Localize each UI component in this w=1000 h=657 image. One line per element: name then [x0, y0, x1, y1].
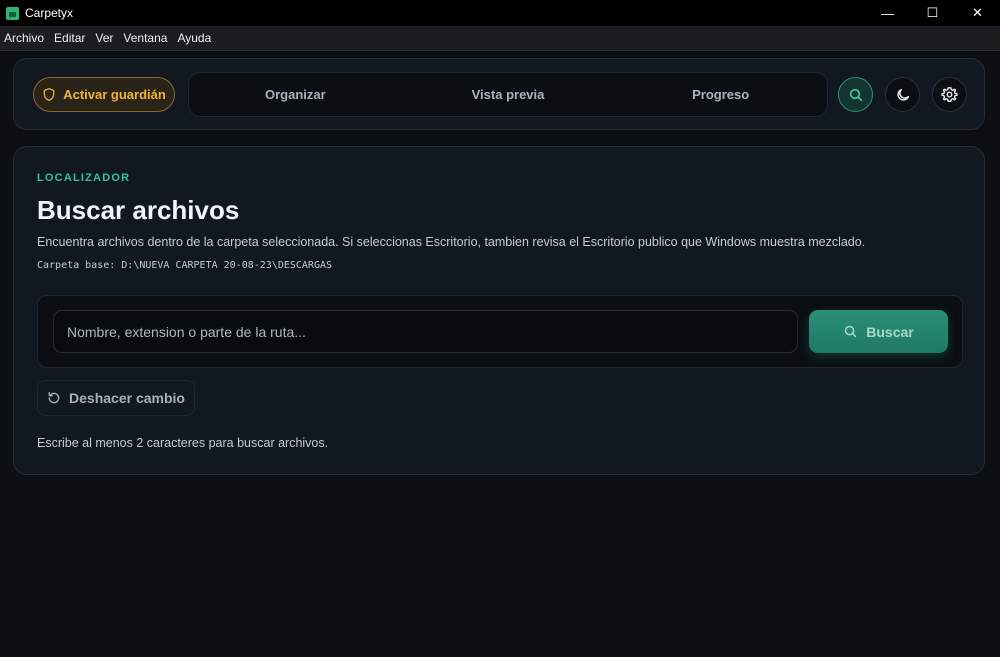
undo-change-button[interactable]: Deshacer cambio — [37, 380, 195, 416]
menu-ayuda[interactable]: Ayuda — [172, 31, 216, 45]
base-folder-path: Carpeta base: D:\NUEVA CARPETA 20-08-23\… — [37, 260, 333, 271]
search-button[interactable]: Buscar — [809, 310, 948, 353]
activate-guardian-button[interactable]: Activar guardián — [33, 77, 175, 112]
search-card: LOCALIZADOR Buscar archivos Encuentra ar… — [13, 146, 985, 475]
theme-toggle-button[interactable] — [885, 77, 920, 112]
menu-archivo[interactable]: Archivo — [0, 31, 49, 45]
menu-editar[interactable]: Editar — [49, 31, 90, 45]
app-logo-icon — [6, 6, 19, 20]
menu-ventana[interactable]: Ventana — [118, 31, 172, 45]
search-view-button[interactable] — [838, 77, 873, 112]
moon-icon — [896, 88, 909, 101]
gear-icon — [941, 87, 958, 102]
search-icon — [845, 325, 857, 338]
close-button[interactable]: ✕ — [955, 0, 1000, 26]
page-title: Buscar archivos — [37, 195, 240, 225]
search-hint: Escribe al menos 2 caracteres para busca… — [37, 436, 329, 450]
title-bar: Carpetyx — ☐ ✕ — [0, 0, 1000, 26]
tab-organizar[interactable]: Organizar — [189, 87, 402, 102]
tab-progreso[interactable]: Progreso — [614, 87, 827, 102]
tab-bar: Organizar Vista previa Progreso — [188, 72, 828, 117]
maximize-button[interactable]: ☐ — [910, 0, 955, 26]
menu-ver[interactable]: Ver — [90, 31, 118, 45]
undo-label: Deshacer cambio — [69, 390, 185, 406]
tab-vista-previa[interactable]: Vista previa — [402, 87, 615, 102]
shield-icon — [43, 88, 55, 101]
search-button-label: Buscar — [866, 323, 914, 340]
settings-button[interactable] — [932, 77, 967, 112]
window-controls: — ☐ ✕ — [865, 0, 1000, 26]
minimize-button[interactable]: — — [865, 0, 910, 26]
search-input[interactable] — [53, 310, 798, 353]
search-icon — [849, 88, 862, 101]
top-nav: Activar guardián Organizar Vista previa … — [13, 58, 985, 130]
menu-bar: Archivo Editar Ver Ventana Ayuda — [0, 26, 1000, 51]
section-eyebrow: LOCALIZADOR — [37, 172, 131, 184]
window-title: Carpetyx — [25, 6, 74, 20]
page-description: Encuentra archivos dentro de la carpeta … — [37, 235, 866, 249]
undo-icon — [48, 392, 60, 404]
guardian-label: Activar guardián — [63, 87, 166, 102]
search-panel: Buscar — [37, 295, 963, 368]
